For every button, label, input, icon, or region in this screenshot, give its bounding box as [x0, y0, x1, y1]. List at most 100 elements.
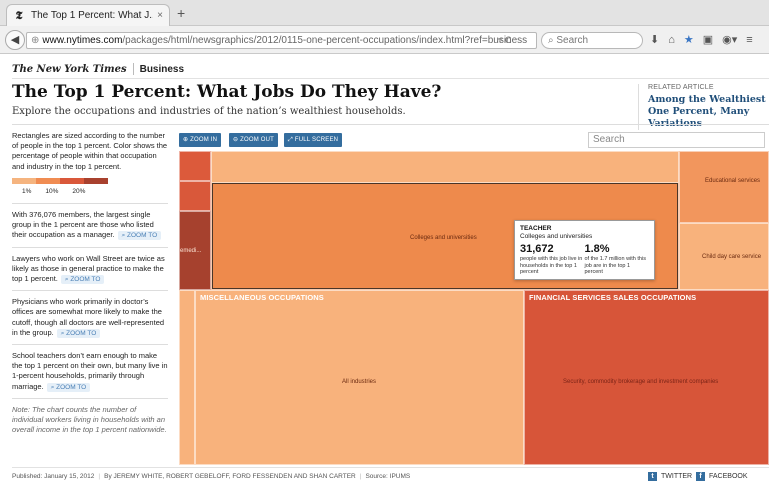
- library-icon[interactable]: ▣: [703, 32, 713, 49]
- facebook-label: FACEBOOK: [709, 473, 748, 480]
- treemap-search-input[interactable]: Search: [588, 132, 765, 148]
- tooltip-stats: 31,672 people with this job live in hous…: [520, 243, 649, 276]
- tooltip-subtitle: Colleges and universities: [520, 233, 593, 240]
- legend-label: 20%: [72, 187, 86, 195]
- footer-rule: [12, 467, 769, 468]
- treemap-cell[interactable]: [179, 290, 195, 465]
- byline: By JEREMY WHITE, ROBERT GEBELOFF, FORD F…: [104, 473, 356, 480]
- nyt-logo[interactable]: The New York Times: [12, 64, 127, 75]
- reload-icon[interactable]: ▿ C: [498, 32, 512, 49]
- sidebar-divider: [12, 397, 168, 399]
- sidebar-note: Note: The chart counts the number of ind…: [12, 404, 167, 435]
- twitter-label: TWITTER: [661, 473, 693, 480]
- legend-swatch: [84, 177, 108, 184]
- color-legend: [12, 177, 168, 184]
- sidebar-divider: [12, 344, 168, 346]
- masthead-divider: [132, 63, 134, 75]
- facebook-icon: f: [696, 472, 705, 481]
- zoom-to-label: ZOOM TO: [70, 276, 101, 284]
- legend-swatch: [12, 177, 36, 184]
- zoom-to-label: ZOOM TO: [66, 329, 97, 337]
- treemap-group-label: FINANCIAL SERVICES SALES OCCUPATIONS: [529, 293, 697, 302]
- treemap-cell-label: Educational services: [705, 178, 761, 184]
- section-name[interactable]: Business: [140, 64, 184, 75]
- zoom-to-button[interactable]: ⌕ ZOOM TO: [46, 382, 91, 392]
- treemap-cell[interactable]: [211, 151, 679, 183]
- bookmark-star-icon[interactable]: ★: [684, 32, 694, 49]
- footer-divider: |: [359, 473, 362, 480]
- full-screen-label: FULL SCREEN: [294, 137, 339, 143]
- sidebar-fact: School teachers don’t earn enough to mak…: [12, 351, 168, 392]
- masthead: The New York Times Business: [12, 63, 184, 75]
- full-screen-button[interactable]: ⤢ FULL SCREEN: [284, 133, 343, 147]
- treemap-cell[interactable]: [179, 181, 211, 211]
- menu-icon[interactable]: ≡: [746, 32, 752, 49]
- zoom-out-button[interactable]: ⊖ ZOOM OUT: [229, 133, 279, 147]
- legend-swatch: [60, 177, 84, 184]
- twitter-icon: t: [648, 472, 657, 481]
- tooltip-count-desc: people with this job live in households …: [520, 256, 583, 275]
- url-host: www.nytimes.com: [42, 35, 123, 46]
- treemap-cell[interactable]: emedi...: [179, 211, 211, 290]
- tooltip-pct-desc: of the 1.7 million with this job are in …: [584, 256, 646, 275]
- occupation-treemap: emedi... Colleges and universities Educa…: [179, 151, 769, 465]
- legend-label: 1%: [22, 187, 32, 195]
- address-bar[interactable]: ⊕ www.nytimes.com/packages/html/newsgraph…: [26, 32, 537, 49]
- treemap-search-placeholder: Search: [593, 134, 625, 145]
- tooltip-pct: 1.8%: [584, 243, 610, 255]
- zoom-out-label: ZOOM OUT: [240, 137, 275, 143]
- tab-close-icon[interactable]: ×: [157, 10, 163, 21]
- home-icon[interactable]: ⌂: [668, 32, 675, 49]
- treemap-group-financial[interactable]: FINANCIAL SERVICES SALES OCCUPATIONS Sec…: [524, 290, 769, 465]
- footer-credits: Published: January 15, 2012 | By JEREMY WH…: [12, 473, 410, 480]
- zoom-to-button[interactable]: ⌕ ZOOM TO: [117, 231, 162, 241]
- content-divider: [12, 124, 769, 125]
- zoom-in-label: ZOOM IN: [190, 137, 218, 143]
- browser-search-placeholder: Search: [556, 35, 589, 46]
- zoom-to-button[interactable]: ⌕ ZOOM TO: [56, 328, 101, 338]
- sidebar-divider: [12, 246, 168, 248]
- zoom-to-button[interactable]: ⌕ ZOOM TO: [60, 275, 105, 285]
- sidebar-divider: [12, 203, 168, 205]
- sidebar-divider: [12, 290, 168, 292]
- treemap-cell-label: Child day care service: [702, 254, 762, 260]
- legend-swatch: [36, 177, 60, 184]
- page-title: The Top 1 Percent: What Jobs Do They Hav…: [12, 82, 442, 102]
- sidebar-fact: With 376,076 members, the largest single…: [12, 210, 168, 241]
- new-tab-button[interactable]: +: [177, 5, 185, 21]
- masthead-rule: [12, 78, 769, 79]
- globe-icon: ⊕: [31, 35, 40, 46]
- browser-search-input[interactable]: ⌕ Search: [541, 32, 643, 49]
- back-icon[interactable]: ◀: [5, 30, 25, 50]
- download-icon[interactable]: ⬇: [650, 32, 659, 49]
- zoom-to-label: ZOOM TO: [127, 232, 158, 240]
- sidebar-intro: Rectangles are sized according to the nu…: [12, 131, 168, 171]
- navigation-bar: ◀ ⊕ www.nytimes.com/packages/html/newsgra…: [0, 26, 769, 54]
- facebook-share-button[interactable]: f FACEBOOK: [696, 472, 748, 481]
- tooltip-count-column: 31,672 people with this job live in hous…: [520, 243, 585, 276]
- treemap-cell[interactable]: Educational services: [679, 151, 769, 223]
- treemap-cell[interactable]: [179, 151, 211, 181]
- tooltip-count: 31,672: [520, 243, 554, 255]
- treemap-cell[interactable]: Child day care service: [679, 223, 769, 290]
- full-screen-icon: ⤢: [288, 137, 295, 143]
- addon-icon[interactable]: ◉▾: [722, 32, 737, 49]
- nyt-favicon-icon: 𝕿: [15, 8, 23, 22]
- zoom-in-button[interactable]: ⊕ ZOOM IN: [179, 133, 222, 147]
- source: Source: IPUMS: [365, 473, 411, 480]
- tab-title: The Top 1 Percent: What J...: [31, 10, 154, 21]
- treemap-group-misc[interactable]: MISCELLANEOUS OCCUPATIONS All industries: [195, 290, 524, 465]
- sidebar: Rectangles are sized according to the nu…: [12, 131, 168, 441]
- cell-tooltip: TEACHER Colleges and universities 31,672…: [514, 220, 655, 280]
- footer-divider: |: [98, 473, 101, 480]
- sidebar-fact: Physicians who work primarily in doctor’…: [12, 297, 168, 338]
- toolbar-icons: ⬇ ⌂ ★ ▣ ◉▾ ≡: [650, 32, 753, 49]
- tooltip-title: TEACHER: [520, 225, 552, 232]
- treemap-cell-label: All industries: [342, 379, 377, 385]
- related-article-label: RELATED ARTICLE: [648, 84, 714, 91]
- zoom-to-label: ZOOM TO: [56, 383, 87, 391]
- twitter-share-button[interactable]: t TWITTER: [648, 472, 692, 481]
- browser-tab-strip: 𝕿 The Top 1 Percent: What J... × +: [0, 0, 769, 26]
- browser-tab[interactable]: 𝕿 The Top 1 Percent: What J... ×: [6, 4, 170, 26]
- treemap-group-label: MISCELLANEOUS OCCUPATIONS: [200, 293, 324, 302]
